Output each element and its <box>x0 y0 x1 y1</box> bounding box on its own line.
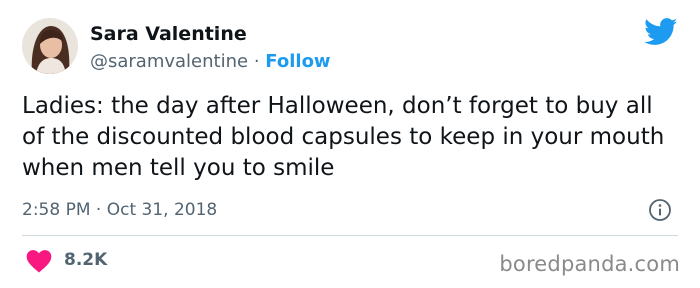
avatar[interactable] <box>22 18 78 74</box>
handle-separator: · <box>253 51 260 72</box>
author-name[interactable]: Sara Valentine <box>90 22 247 46</box>
timestamp-separator: · <box>95 200 102 220</box>
follow-button[interactable]: Follow <box>265 51 330 72</box>
info-icon[interactable] <box>648 198 672 222</box>
avatar-image <box>22 18 78 74</box>
author-handle[interactable]: @saramvalentine <box>90 51 248 72</box>
tweet-date: Oct 31, 2018 <box>106 200 218 220</box>
twitter-bird-icon[interactable] <box>644 18 678 46</box>
heart-icon[interactable] <box>26 249 52 273</box>
watermark: boredpanda.com <box>499 252 680 276</box>
tweet-timestamp[interactable]: 2:58 PM · Oct 31, 2018 <box>22 199 217 221</box>
tweet-text: Ladies: the day after Halloween, don’t f… <box>22 93 665 181</box>
tweet-time: 2:58 PM <box>22 200 91 220</box>
divider <box>22 235 678 236</box>
author-handle-row: @saramvalentine · Follow <box>90 50 331 74</box>
like-count[interactable]: 8.2K <box>64 249 107 271</box>
